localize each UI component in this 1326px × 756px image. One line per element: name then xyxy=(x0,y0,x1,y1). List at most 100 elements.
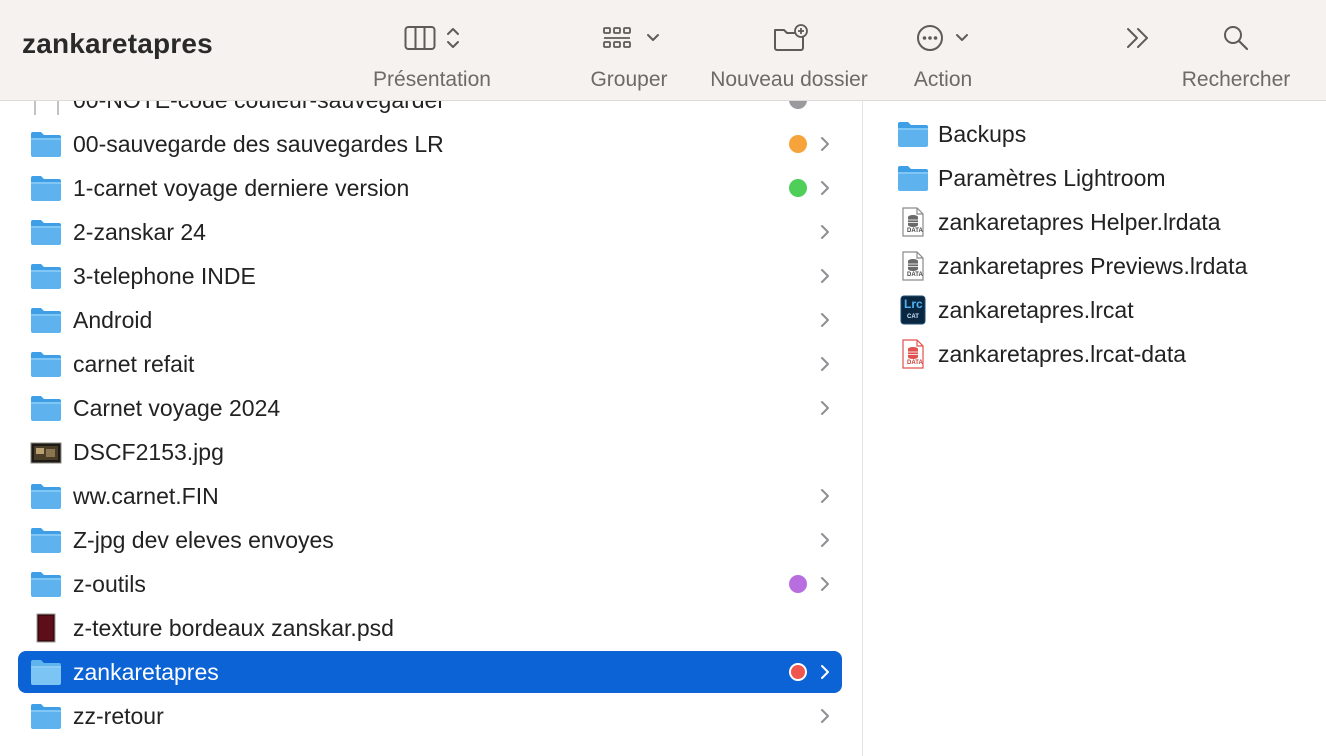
chevron-right-icon xyxy=(818,135,832,153)
folder-row[interactable]: Android xyxy=(18,299,842,341)
action-button[interactable]: Action xyxy=(913,16,975,96)
folder-icon xyxy=(30,393,62,423)
folder-icon xyxy=(897,163,929,193)
column-list-right: Backups Paramètres Lightroom DATA zankareta… xyxy=(863,101,1326,756)
chevron-right-icon xyxy=(818,487,832,505)
color-tag-dot xyxy=(789,135,807,153)
folder-icon xyxy=(30,173,62,203)
folder-icon xyxy=(30,349,62,379)
data-badge: DATA xyxy=(907,360,923,366)
double-chevron-right-icon xyxy=(1124,25,1152,51)
item-name: zankaretapres Previews.lrdata xyxy=(938,253,1248,279)
ellipsis-circle-icon xyxy=(915,23,945,53)
toolbar: zankaretapres Présentation Grouper Nouve… xyxy=(0,0,1326,101)
chevron-right-icon xyxy=(818,575,832,593)
item-name: Paramètres Lightroom xyxy=(938,165,1166,191)
file-row[interactable]: z-texture bordeaux zanskar.psd xyxy=(18,607,842,649)
lrdata-file-icon: DATA xyxy=(897,207,929,237)
folder-icon xyxy=(30,481,62,511)
item-name: Backups xyxy=(938,121,1027,147)
folder-row[interactable]: 3-telephone INDE xyxy=(18,255,842,297)
item-name: 1-carnet voyage derniere version xyxy=(73,175,410,201)
item-name: z-texture bordeaux zanskar.psd xyxy=(73,615,394,641)
item-name: zz-retour xyxy=(73,703,164,729)
new-folder-icon xyxy=(772,24,808,52)
folder-row[interactable]: Backups xyxy=(893,114,1313,154)
group-grid-icon xyxy=(602,25,632,51)
presentation-button[interactable]: Présentation xyxy=(373,16,491,96)
item-name: Carnet voyage 2024 xyxy=(73,395,281,421)
new-folder-label: Nouveau dossier xyxy=(710,68,868,91)
folder-row[interactable]: zankaretapres xyxy=(18,651,842,693)
psd-thumbnail-icon xyxy=(30,613,62,643)
columns-view-icon xyxy=(404,25,436,51)
folder-icon xyxy=(897,119,929,149)
chevron-right-icon xyxy=(818,179,832,197)
data-badge: DATA xyxy=(907,228,923,234)
item-name: zankaretapres xyxy=(73,659,219,685)
folder-row[interactable]: zz-retour xyxy=(18,695,842,737)
color-tag-dot xyxy=(789,575,807,593)
action-label: Action xyxy=(913,68,973,91)
search-icon xyxy=(1222,24,1250,52)
chevron-right-icon xyxy=(818,355,832,373)
file-row[interactable]: RTF 00-NOTE-code couleur-sauvegarder xyxy=(18,101,842,121)
folder-icon xyxy=(30,217,62,247)
folder-row[interactable]: Z-jpg dev eleves envoyes xyxy=(18,519,842,561)
item-name: ww.carnet.FIN xyxy=(73,483,219,509)
file-row[interactable]: DSCF2153.jpg xyxy=(18,431,842,473)
folder-row[interactable]: 1-carnet voyage derniere version xyxy=(18,167,842,209)
file-row[interactable]: DATA zankaretapres Helper.lrdata xyxy=(893,202,1313,242)
up-down-chevron-icon xyxy=(446,25,460,51)
item-name: 3-telephone INDE xyxy=(73,263,256,289)
item-name: 2-zanskar 24 xyxy=(73,219,206,245)
lrcat-data-file-icon: DATA xyxy=(897,339,929,369)
color-tag-dot xyxy=(789,101,807,109)
item-name: 00-sauvegarde des sauvegardes LR xyxy=(73,131,444,157)
chevron-right-icon xyxy=(818,267,832,285)
data-badge: DATA xyxy=(907,272,923,278)
folder-row[interactable]: carnet refait xyxy=(18,343,842,385)
item-name: zankaretapres.lrcat xyxy=(938,297,1134,323)
folder-icon xyxy=(30,261,62,291)
item-name: DSCF2153.jpg xyxy=(73,439,224,465)
chevron-right-icon xyxy=(818,223,832,241)
lrc-badge: Lrc xyxy=(904,297,923,311)
file-row[interactable]: DATA zankaretapres Previews.lrdata xyxy=(893,246,1313,286)
search-button[interactable]: Rechercher xyxy=(1182,16,1290,96)
folder-row[interactable]: Carnet voyage 2024 xyxy=(18,387,842,429)
color-tag-dot xyxy=(789,179,807,197)
folder-row[interactable]: ww.carnet.FIN xyxy=(18,475,842,517)
file-row[interactable]: DATA zankaretapres.lrcat-data xyxy=(893,334,1313,374)
folder-icon xyxy=(30,569,62,599)
folder-row[interactable]: 00-sauvegarde des sauvegardes LR xyxy=(18,123,842,165)
chevron-down-icon xyxy=(646,25,660,51)
item-name: carnet refait xyxy=(73,351,195,377)
column-list-left: RTF 00-NOTE-code couleur-sauvegarder 00-sa… xyxy=(0,101,862,756)
cat-badge: CAT xyxy=(907,314,919,320)
file-row[interactable]: Lrc CAT zankaretapres.lrcat xyxy=(893,290,1313,330)
lrcat-file-icon: Lrc CAT xyxy=(897,295,929,325)
chevron-down-icon xyxy=(955,25,969,51)
item-name: zankaretapres.lrcat-data xyxy=(938,341,1187,367)
folder-row[interactable]: z-outils xyxy=(18,563,842,605)
toolbar-overflow-button[interactable] xyxy=(1124,16,1154,96)
item-name: z-outils xyxy=(73,571,146,597)
folder-icon xyxy=(30,657,62,687)
folder-row[interactable]: Paramètres Lightroom xyxy=(893,158,1313,198)
folder-icon xyxy=(30,305,62,335)
window-title: zankaretapres xyxy=(22,28,213,59)
folder-icon xyxy=(30,525,62,555)
item-name: zankaretapres Helper.lrdata xyxy=(938,209,1221,235)
search-label: Rechercher xyxy=(1181,68,1291,91)
chevron-right-icon xyxy=(818,399,832,417)
group-button[interactable]: Grouper xyxy=(590,16,670,96)
item-name: Android xyxy=(73,307,153,333)
folder-icon xyxy=(30,129,62,159)
item-name: 00-NOTE-code couleur-sauvegarder xyxy=(73,101,445,121)
folder-row[interactable]: 2-zanskar 24 xyxy=(18,211,842,253)
chevron-right-icon xyxy=(818,531,832,549)
new-folder-button[interactable]: Nouveau dossier xyxy=(710,16,868,96)
chevron-right-icon xyxy=(818,707,832,725)
folder-icon xyxy=(30,701,62,731)
